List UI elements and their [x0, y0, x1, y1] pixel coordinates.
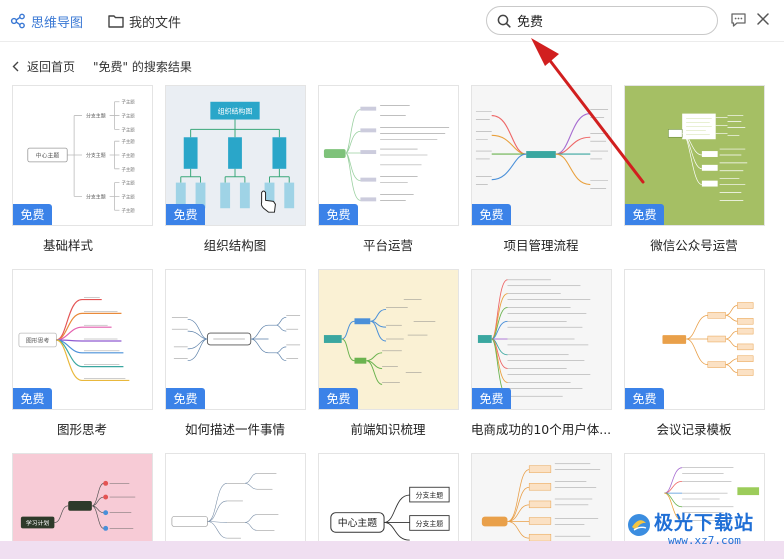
annotation-arrow — [531, 38, 645, 184]
watermark-text: 极光下载站 — [654, 512, 755, 534]
watermark-logo-icon — [628, 514, 650, 536]
watermark-url: www.xz7.com — [668, 534, 741, 547]
watermark: 极光下载站 www.xz7.com — [626, 508, 776, 554]
